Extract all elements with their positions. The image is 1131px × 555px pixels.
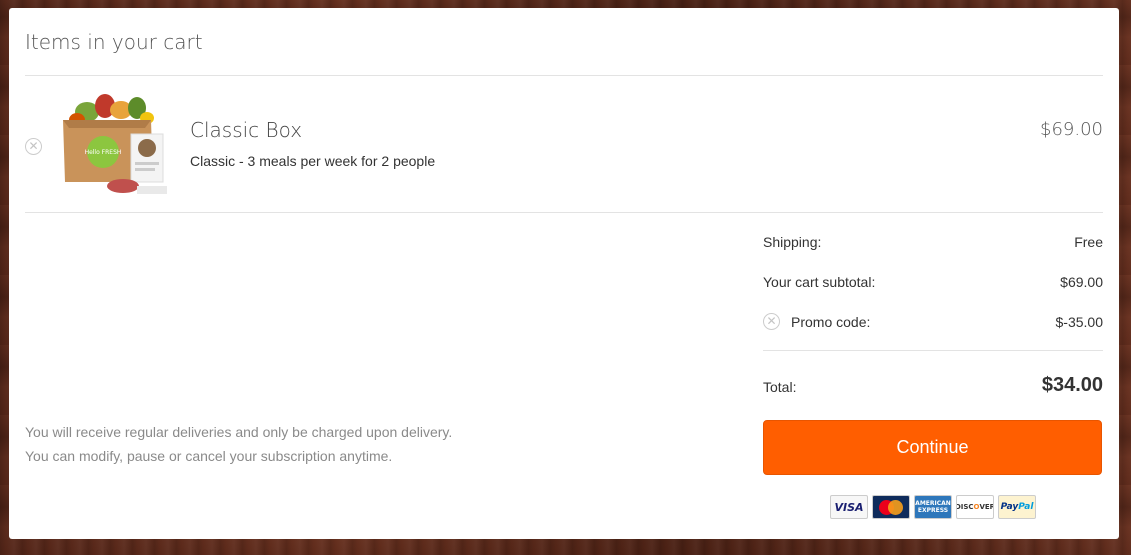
promo-label: Promo code:: [791, 314, 871, 330]
remove-item-icon[interactable]: ✕: [25, 138, 42, 155]
shipping-label: Shipping:: [763, 234, 822, 250]
cart-card: Items in your cart ✕ Hello FRESH Classic…: [9, 8, 1119, 539]
subscription-notice: You can modify, pause or cancel your sub…: [25, 448, 393, 464]
divider: [763, 350, 1103, 351]
product-name: Classic Box: [190, 118, 303, 142]
visa-icon: VISA: [830, 495, 868, 519]
divider: [25, 212, 1103, 213]
continue-button[interactable]: Continue: [763, 420, 1102, 475]
box-logo: Hello FRESH: [85, 149, 122, 156]
total-label: Total:: [763, 379, 797, 395]
total-value: $34.00: [1041, 374, 1103, 396]
product-description: Classic - 3 meals per week for 2 people: [190, 153, 436, 169]
amex-icon: AMERICAN EXPRESS: [914, 495, 952, 519]
discover-icon: DISC O VER: [956, 495, 994, 519]
product-price: $69.00: [1040, 119, 1103, 140]
promo-value: $-35.00: [1055, 314, 1103, 330]
divider: [25, 75, 1103, 76]
product-image: Hello FRESH: [63, 94, 167, 194]
shipping-value: Free: [1074, 234, 1103, 250]
mastercard-icon: [872, 495, 910, 519]
payment-methods: VISA AMERICAN EXPRESS DISC O VER Pay Pal: [830, 495, 1036, 519]
subtotal-label: Your cart subtotal:: [763, 274, 876, 290]
paypal-icon: Pay Pal: [998, 495, 1036, 519]
subtotal-value: $69.00: [1060, 274, 1103, 290]
delivery-notice: You will receive regular deliveries and …: [25, 424, 453, 440]
remove-promo-icon[interactable]: ✕: [763, 313, 780, 330]
page-title: Items in your cart: [25, 30, 203, 54]
